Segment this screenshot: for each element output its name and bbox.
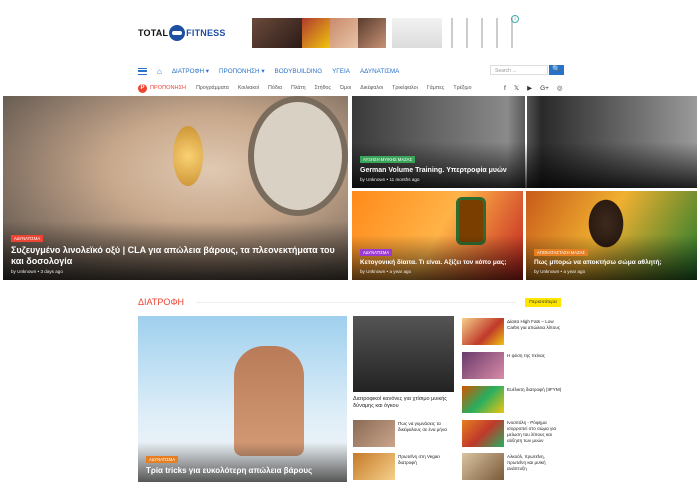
subnav-item[interactable]: Γάμπες — [427, 85, 445, 91]
category-tag[interactable]: ΑΠΟΚΑΤΑΣΤΑΣΗ ΜΑΖΑΣ — [534, 249, 589, 256]
side-thumb-5[interactable] — [462, 453, 504, 480]
top-banner-ad[interactable] — [252, 18, 518, 48]
hero-main-article[interactable]: ΑΔΥΝΑΤΙΣΜΑ Συζευγμένο λινολεϊκό οξύ | CL… — [3, 96, 348, 280]
hero-article-3[interactable]: ΑΠΟΚΑΤΑΣΤΑΣΗ ΜΑΖΑΣ Πως μπορώ να αποκτήσω… — [526, 191, 697, 280]
google-plus-icon[interactable]: G+ — [540, 85, 549, 92]
article-meta: by Unknown • 11 months ago — [360, 177, 420, 182]
article-meta: by Unknown • 3 days ago — [11, 269, 63, 274]
small-thumb-2[interactable] — [353, 453, 395, 480]
article-title[interactable]: Πρωτεΐνη στη Vegan διατροφή — [398, 454, 454, 466]
hero-main-image — [173, 126, 203, 186]
subnav-item[interactable]: Ώμοι — [340, 85, 351, 91]
site-logo[interactable]: TOTAL FITNESS — [138, 22, 226, 44]
subnav-item[interactable]: Στήθος — [315, 85, 332, 91]
category-tag[interactable]: ΑΔΥΝΑΤΙΣΜΑ — [146, 456, 179, 463]
article-title[interactable]: Ινοσιτόλη - Ρόφημα ισορροπεί στο σώμα γι… — [507, 420, 563, 444]
proponisi-badge-icon: P — [138, 83, 147, 93]
hero-article-2[interactable]: ΑΔΥΝΑΤΙΣΜΑ Κετογονική δίαιτα. Τι είναι. … — [352, 191, 523, 280]
article-meta: by Unknown • a year ago — [360, 269, 412, 274]
subnav-label[interactable]: ΠΡΟΠΟΝΗΣΗ — [150, 85, 186, 91]
logo-ball-icon — [169, 25, 186, 41]
home-icon[interactable]: ⌂ — [157, 67, 162, 76]
section-title[interactable]: ΔΙΑΤΡΟΦΗ — [138, 297, 184, 307]
ad-info-icon[interactable]: i — [511, 15, 519, 23]
subnav-item[interactable]: Δικέφαλοι — [360, 85, 383, 91]
article-title[interactable]: Ευέλικτη διατροφή (IIFYM) — [507, 387, 563, 393]
side-thumb-3[interactable] — [462, 386, 504, 413]
category-tag[interactable]: ΑΥΞΗΣΗ ΜΥΙΚΗΣ ΜΑΖΑΣ — [360, 156, 416, 163]
article-title[interactable]: Κετογονική δίαιτα. Τι είναι. Αξίζει τον … — [360, 259, 515, 267]
nav-item-ygeia[interactable]: ΥΓΕΙΑ — [332, 68, 350, 75]
section-divider — [196, 302, 516, 303]
article-title[interactable]: Δίαιτα High Fats – Low Carbs για απώλεια… — [507, 319, 563, 331]
subnav-item[interactable]: Προγράμματα — [196, 85, 229, 91]
subnav-items: Προγράμματα Κοιλιακοί Πόδια Πλάτη Στήθος… — [196, 85, 471, 91]
article-title[interactable]: Πως να γυμνάσεις τα δικέφαλους σε ένα μή… — [398, 421, 454, 433]
hamburger-menu-icon[interactable] — [138, 67, 147, 75]
article-title[interactable]: Η φύση της πείνας — [507, 353, 563, 359]
article-title[interactable]: Αλκοόλ, πρωτεΐνη, πρωτεΐνη και μυϊκή ανά… — [507, 454, 563, 472]
side-thumb-1[interactable] — [462, 318, 504, 345]
small-thumb-1[interactable] — [353, 420, 395, 447]
more-button[interactable]: Περισσότερα — [525, 298, 561, 307]
youtube-icon[interactable]: ▶ — [527, 84, 532, 92]
article-title[interactable]: German Volume Training. Υπερτροφία μυών — [360, 166, 689, 175]
search-input[interactable]: Search ... — [490, 65, 548, 75]
article-meta: by Unknown • a year ago — [534, 269, 586, 274]
subnav-item[interactable]: Τρέξιμο — [453, 85, 471, 91]
subnav-item[interactable]: Κοιλιακοί — [238, 85, 259, 91]
article-title[interactable]: Διατροφικοί κανόνες για χτίσιμο μυικής δ… — [353, 396, 454, 410]
subnav-item[interactable]: Πλάτη — [291, 85, 306, 91]
article-title[interactable]: Τρία tricks για ευκολότερη απώλεια βάρου… — [146, 466, 339, 476]
main-menu: ΔΙΑΤΡΟΦΗ ▾ ΠΡΟΠΟΝΗΣΗ ▾ BODYBUILDING ΥΓΕΙ… — [172, 68, 399, 75]
section-mid-image[interactable] — [353, 316, 454, 392]
hero-plate-image — [248, 96, 348, 216]
section-big-article[interactable]: ΑΔΥΝΑΤΙΣΜΑ Τρία tricks για ευκολότερη απ… — [138, 316, 347, 482]
twitter-icon[interactable]: 𝕏 — [514, 84, 519, 92]
section-big-image — [234, 346, 304, 456]
category-tag[interactable]: ΑΔΥΝΑΤΙΣΜΑ — [11, 235, 44, 242]
nav-item-adynatisma[interactable]: ΑΔΥΝΑΤΙΣΜΑ — [360, 68, 399, 75]
search-button[interactable]: 🔍 — [549, 65, 564, 75]
nav-item-proponisi[interactable]: ΠΡΟΠΟΝΗΣΗ ▾ — [219, 68, 265, 75]
nav-item-diatrofi[interactable]: ΔΙΑΤΡΟΦΗ ▾ — [172, 68, 209, 75]
logo-text-left: TOTAL — [138, 28, 169, 38]
article-title[interactable]: Πως μπορώ να αποκτήσω σώμα αθλητή; — [534, 259, 689, 267]
subnav-item[interactable]: Τρικέφαλοι — [392, 85, 418, 91]
subnav-item[interactable]: Πόδια — [268, 85, 282, 91]
nav-item-bodybuilding[interactable]: BODYBUILDING — [275, 68, 323, 75]
side-thumb-2[interactable] — [462, 352, 504, 379]
facebook-icon[interactable]: f — [504, 85, 506, 92]
logo-text-right: FITNESS — [186, 28, 226, 38]
sub-nav: P ΠΡΟΠΟΝΗΣΗ Προγράμματα Κοιλιακοί Πόδια … — [138, 82, 564, 94]
category-tag[interactable]: ΑΔΥΝΑΤΙΣΜΑ — [360, 249, 393, 256]
side-thumb-4[interactable] — [462, 420, 504, 447]
article-title[interactable]: Συζευγμένο λινολεϊκό οξύ | CLA για απώλε… — [11, 245, 340, 267]
pinterest-icon[interactable]: ◎ — [557, 84, 563, 92]
social-links: f 𝕏 ▶ G+ ◎ — [504, 82, 564, 94]
hero-article-1[interactable]: ΑΥΞΗΣΗ ΜΥΙΚΗΣ ΜΑΖΑΣ German Volume Traini… — [352, 96, 697, 188]
